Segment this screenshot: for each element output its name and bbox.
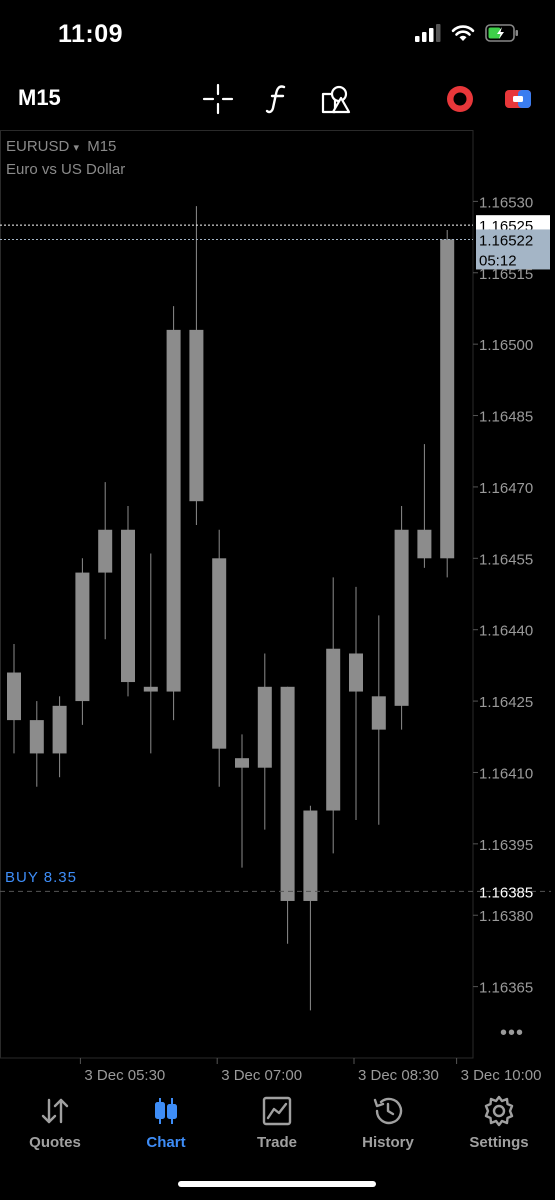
candle-body <box>326 648 341 811</box>
history-icon <box>373 1097 403 1125</box>
symbol-dropdown-icon[interactable]: ▾ <box>74 142 80 154</box>
nav-chart-label: Chart <box>146 1134 186 1151</box>
crosshair-icon[interactable] <box>198 79 238 119</box>
x-tick-label: 3 Dec 10:00 <box>461 1067 542 1084</box>
status-time: 11:09 <box>58 20 124 48</box>
home-indicator <box>178 1181 376 1187</box>
y-tick-label: 1.16455 <box>479 551 533 568</box>
candle-body <box>349 653 363 692</box>
trade-switch-icon[interactable] <box>498 79 538 119</box>
candle-body <box>121 529 135 683</box>
y-tick-label: 1.16365 <box>479 980 533 997</box>
y-tick-label: 1.16530 <box>479 194 533 211</box>
nav-settings[interactable]: Settings <box>444 1094 554 1154</box>
candle-body <box>371 696 386 730</box>
candle-body <box>143 686 158 692</box>
candle-body <box>394 529 409 706</box>
candle-body <box>98 529 113 573</box>
candle-body <box>440 239 455 559</box>
y-tick-label: 1.16500 <box>479 337 533 354</box>
nav-chart[interactable]: Chart <box>111 1094 221 1154</box>
buy-price-text: 1.16385 <box>479 884 533 901</box>
nav-quotes[interactable]: Quotes <box>0 1094 110 1154</box>
battery-icon <box>485 24 518 42</box>
nav-history[interactable]: History <box>333 1094 443 1154</box>
candle-body <box>257 686 272 768</box>
x-tick-label: 3 Dec 08:30 <box>358 1067 439 1084</box>
symbol-description: Euro vs US Dollar <box>6 161 126 178</box>
timeframe-button[interactable]: M15 <box>18 85 61 111</box>
status-bar: 11:09 <box>0 0 555 75</box>
nav-trade-label: Trade <box>256 1134 298 1151</box>
nav-settings-label: Settings <box>469 1134 529 1151</box>
symbol-timeframe: M15 <box>87 138 117 155</box>
y-tick-label: 1.16380 <box>479 908 533 925</box>
more-icon[interactable]: ••• <box>500 1022 524 1045</box>
objects-icon[interactable] <box>316 79 356 119</box>
candle-body <box>7 672 21 721</box>
candlestick-chart[interactable]: 1.165251.1652205:121.16385 1.165301.1651… <box>0 130 555 1088</box>
candle-body <box>75 572 90 702</box>
one-click-trading-icon[interactable] <box>440 79 480 119</box>
current-price-text: 1.16522 <box>479 232 533 249</box>
y-tick-label: 1.16425 <box>479 694 533 711</box>
nav-history-label: History <box>362 1134 414 1151</box>
candle-body <box>280 686 295 901</box>
candle-body <box>235 758 249 768</box>
signal-icon <box>415 24 441 42</box>
y-tick-label: 1.16410 <box>479 765 533 782</box>
quotes-icon <box>41 1098 69 1124</box>
candle-body <box>29 720 44 754</box>
candle-body <box>212 558 227 749</box>
function-icon[interactable] <box>258 79 298 119</box>
chart-toolbar: M15 <box>0 75 555 125</box>
symbol-info[interactable]: EURUSD ▾ M15 Euro vs US Dollar <box>6 136 125 181</box>
candle-body <box>189 329 204 502</box>
nav-trade[interactable]: Trade <box>222 1094 332 1154</box>
candle-body <box>166 329 181 692</box>
status-icons <box>415 24 519 42</box>
x-tick-label: 3 Dec 05:30 <box>84 1067 165 1084</box>
chart-icon <box>155 1098 177 1124</box>
nav-quotes-label: Quotes <box>29 1134 81 1151</box>
y-tick-label: 1.16515 <box>479 266 533 283</box>
candle-body <box>303 810 318 901</box>
buy-position-label[interactable]: BUY 8.35 <box>5 869 77 886</box>
chart-area[interactable]: 1.16525 1.16522 05:12 1.16385 1.16530 1.1651… <box>0 130 555 1088</box>
candle-body <box>52 705 67 754</box>
symbol-name: EURUSD <box>6 138 70 155</box>
candle-body <box>417 529 432 559</box>
wifi-icon <box>451 25 475 41</box>
y-tick-label: 1.16485 <box>479 409 533 426</box>
y-tick-label: 1.16470 <box>479 480 533 497</box>
y-tick-label: 1.16440 <box>479 623 533 640</box>
y-tick-label: 1.16395 <box>479 837 533 854</box>
settings-icon <box>484 1095 514 1127</box>
x-tick-label: 3 Dec 07:00 <box>221 1067 302 1084</box>
trade-icon <box>262 1096 292 1126</box>
